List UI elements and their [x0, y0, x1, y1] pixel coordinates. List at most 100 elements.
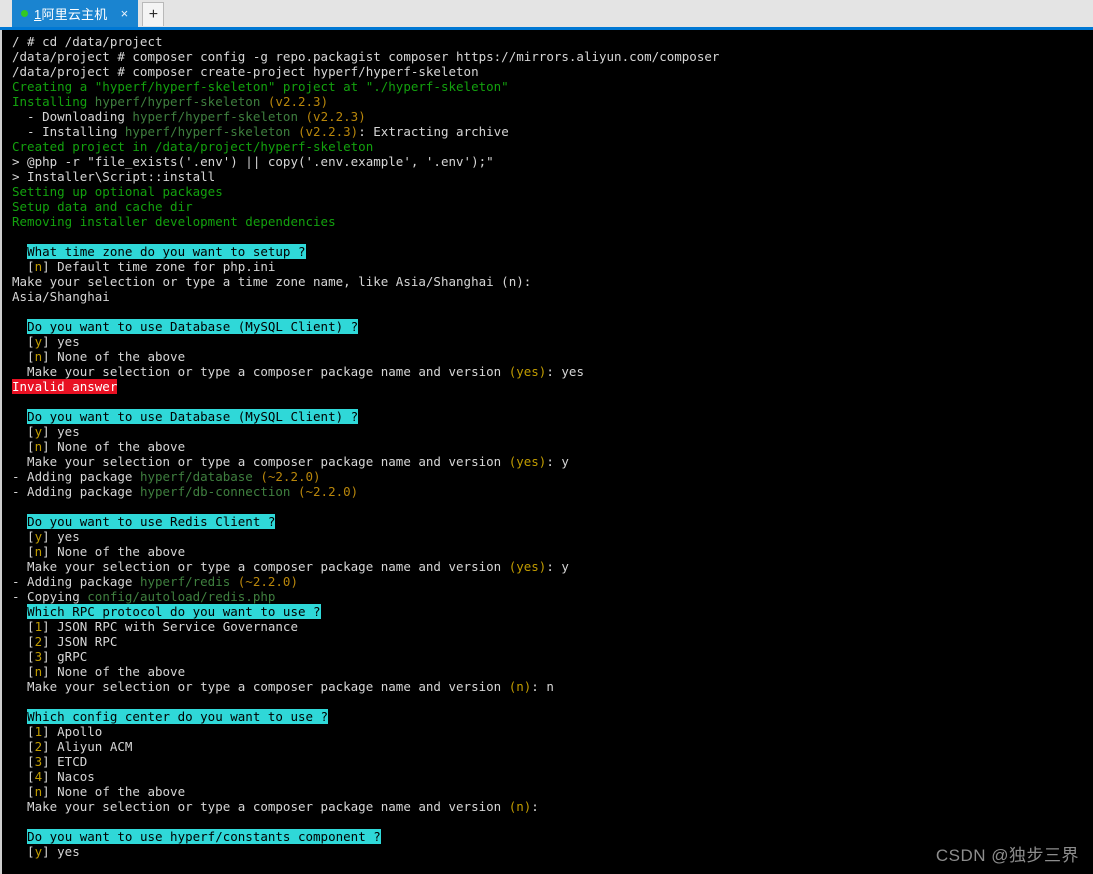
terminal-text: (~2.2.0) — [260, 469, 321, 484]
terminal-text: [ — [12, 619, 35, 634]
terminal-text: : n — [531, 679, 554, 694]
terminal-text: ] None of the above — [42, 664, 186, 679]
terminal-line: [3] gRPC — [12, 649, 1093, 664]
terminal-line: [2] JSON RPC — [12, 634, 1093, 649]
terminal-line: /data/project # composer create-project … — [12, 64, 1093, 79]
terminal-line: /data/project # composer config -g repo.… — [12, 49, 1093, 64]
terminal-line: Which config center do you want to use ? — [12, 709, 1093, 724]
terminal-text: hyperf/hyperf-skeleton — [132, 109, 298, 124]
terminal-line: Make your selection or type a composer p… — [12, 364, 1093, 379]
terminal-text: y — [34, 844, 43, 859]
terminal-line: Created project in /data/project/hyperf-… — [12, 139, 1093, 154]
terminal-line: [2] Aliyun ACM — [12, 739, 1093, 754]
terminal-line: - Installing hyperf/hyperf-skeleton (v2.… — [12, 124, 1093, 139]
terminal-window: 1阿里云主机 × + / # cd /data/project/data/pro… — [0, 0, 1093, 874]
terminal-line: Setting up optional packages — [12, 184, 1093, 199]
terminal-line: Make your selection or type a composer p… — [12, 799, 1093, 814]
terminal-text: n — [34, 664, 43, 679]
terminal-text: n — [34, 259, 43, 274]
terminal-line: Setup data and cache dir — [12, 199, 1093, 214]
terminal-text: hyperf/redis — [139, 574, 231, 589]
terminal-line: What time zone do you want to setup ? — [12, 244, 1093, 259]
terminal-text: Installing — [12, 94, 95, 109]
terminal-text: Make your selection or type a composer p… — [12, 679, 509, 694]
terminal-line: > Installer\Script::install — [12, 169, 1093, 184]
terminal-line: [n] None of the above — [12, 784, 1093, 799]
terminal-line: - Adding package hyperf/db-connection (~… — [12, 484, 1093, 499]
terminal-text: n — [34, 784, 43, 799]
terminal-text: ] gRPC — [42, 649, 88, 664]
new-tab-button[interactable]: + — [142, 2, 165, 26]
terminal-text: 1 — [34, 619, 43, 634]
terminal-text: Make your selection or type a composer p… — [12, 454, 509, 469]
terminal-text: : — [531, 799, 539, 814]
terminal-text: : y — [546, 454, 569, 469]
terminal-line: Make your selection or type a composer p… — [12, 679, 1093, 694]
terminal-line: > @php -r "file_exists('.env') || copy('… — [12, 154, 1093, 169]
terminal-text: Make your selection or type a composer p… — [12, 364, 509, 379]
terminal-line: [n] None of the above — [12, 439, 1093, 454]
terminal-text: (v2.2.3) — [298, 124, 359, 139]
close-icon[interactable]: × — [117, 6, 131, 22]
terminal-text: hyperf/db-connection — [139, 484, 291, 499]
terminal-text: ] None of the above — [42, 544, 186, 559]
terminal-text: [ — [12, 259, 35, 274]
tab-title-text: 阿里云主机 — [41, 7, 108, 22]
terminal-text: n — [34, 349, 43, 364]
terminal-viewport[interactable]: / # cd /data/project/data/project # comp… — [0, 30, 1093, 874]
terminal-line: [n] Default time zone for php.ini — [12, 259, 1093, 274]
terminal-text: - Adding package — [12, 469, 140, 484]
terminal-text: Removing installer development dependenc… — [12, 214, 336, 229]
terminal-text: [ — [12, 739, 35, 754]
terminal-text: (v2.2.3) — [267, 94, 329, 109]
terminal-line: Do you want to use Database (MySQL Clien… — [12, 319, 1093, 334]
terminal-text: (yes) — [508, 454, 547, 469]
terminal-text: > Installer\Script::install — [12, 169, 216, 184]
terminal-text: ] yes — [42, 334, 80, 349]
terminal-text: [ — [12, 349, 35, 364]
terminal-text: (yes) — [508, 364, 547, 379]
terminal-text: y — [34, 424, 43, 439]
terminal-text: [ — [12, 334, 35, 349]
terminal-line: - Adding package hyperf/database (~2.2.0… — [12, 469, 1093, 484]
terminal-text: config/autoload/redis.php — [87, 589, 276, 604]
tab-aliyun-host[interactable]: 1阿里云主机 × — [12, 0, 139, 27]
terminal-text: - Copying — [12, 589, 88, 604]
terminal-output: / # cd /data/project/data/project # comp… — [12, 34, 1093, 874]
terminal-line: Do you want to use Redis Client ? — [12, 514, 1093, 529]
terminal-text: Created project in /data/project/hyperf-… — [12, 139, 374, 154]
terminal-text: : yes — [546, 364, 584, 379]
terminal-line: Asia/Shanghai — [12, 289, 1093, 304]
terminal-line: Make your selection or type a time zone … — [12, 274, 1093, 289]
terminal-text: [ — [12, 664, 35, 679]
terminal-text: / # cd /data/project — [12, 34, 163, 49]
terminal-text: hyperf/hyperf-skeleton — [94, 94, 261, 109]
terminal-text: Do you want to use hyperf/constants comp… — [27, 829, 381, 844]
terminal-line: Make your selection or type a composer p… — [12, 454, 1093, 469]
terminal-text: n — [34, 544, 43, 559]
terminal-text: ] Default time zone for php.ini — [42, 259, 276, 274]
terminal-line: [y] yes — [12, 529, 1093, 544]
terminal-text: (v2.2.3) — [305, 109, 366, 124]
terminal-line: [y] yes — [12, 844, 1093, 859]
terminal-text: [ — [12, 724, 35, 739]
terminal-line: [4] Nacos — [12, 769, 1093, 784]
terminal-text: ] Nacos — [42, 769, 95, 784]
terminal-text: ] None of the above — [42, 439, 186, 454]
terminal-text: [ — [12, 544, 35, 559]
terminal-text: [ — [12, 784, 35, 799]
terminal-line: [n] None of the above — [12, 544, 1093, 559]
